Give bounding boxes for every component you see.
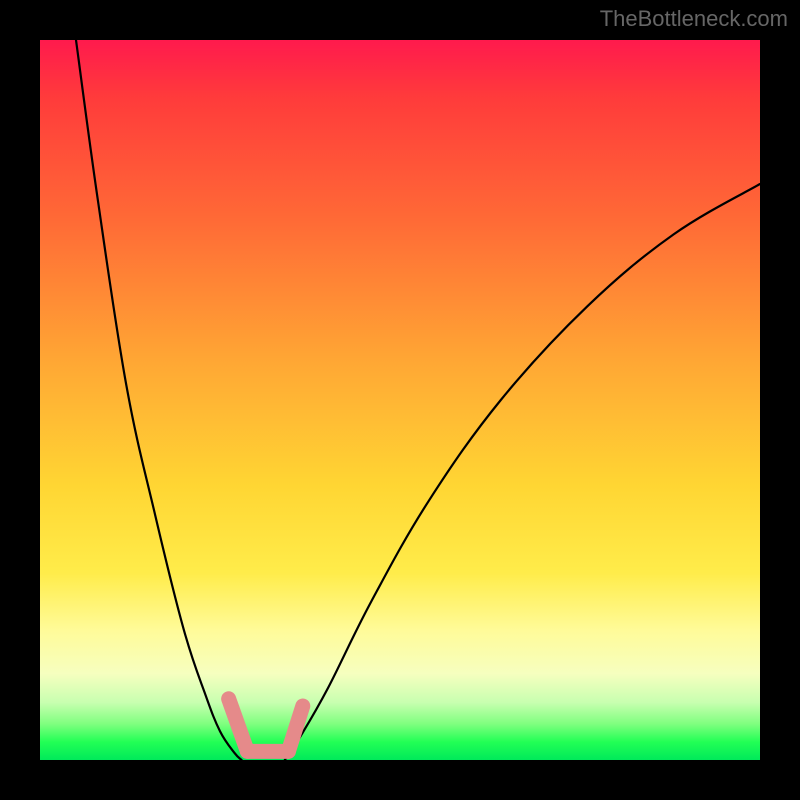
attribution-text: TheBottleneck.com [600, 6, 788, 32]
curve-right [285, 184, 760, 760]
highlight-segment [229, 699, 248, 752]
highlight-segment [288, 706, 302, 751]
curve-left [76, 40, 242, 760]
curve-layer [40, 40, 760, 760]
plot-area [40, 40, 760, 760]
curve-group [76, 40, 760, 760]
chart-container: TheBottleneck.com [0, 0, 800, 800]
bottom-v-marker [229, 699, 303, 752]
